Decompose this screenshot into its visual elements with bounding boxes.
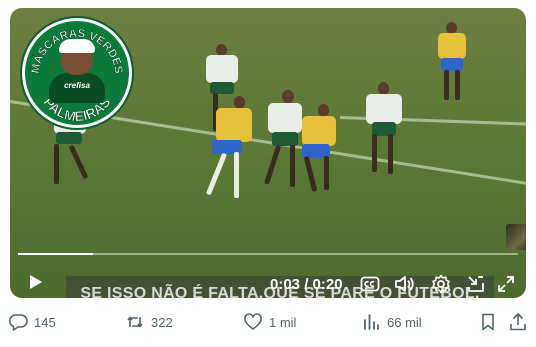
logo-cap: [59, 39, 95, 53]
captions-button[interactable]: [360, 274, 380, 294]
logo-sponsor-text: crefisa: [64, 81, 90, 90]
views-count: 66 mil: [387, 314, 422, 330]
channel-logo: MÁSCARAS VERDES PALMEIRAS crefisa: [22, 18, 132, 128]
tweet-action-bar: 145 322 1 mil 66 mil: [0, 306, 536, 338]
volume-button[interactable]: [394, 274, 416, 294]
captions-icon: [360, 276, 380, 292]
bookmark-button[interactable]: [478, 306, 498, 338]
fullscreen-button[interactable]: [496, 274, 516, 294]
like-count: 1 mil: [269, 314, 297, 330]
reply-count: 145: [34, 314, 56, 330]
reply-icon: [9, 314, 28, 331]
play-button[interactable]: [25, 272, 45, 292]
repost-icon: [127, 316, 143, 328]
share-icon: [510, 313, 526, 331]
pip-button[interactable]: [466, 274, 486, 294]
volume-icon: [395, 276, 414, 292]
preview-thumbnail: [506, 224, 526, 250]
progress-bar[interactable]: [18, 253, 518, 255]
progress-fill: [18, 253, 93, 255]
bookmark-icon: [482, 313, 494, 331]
gear-icon: [432, 274, 450, 294]
analytics-icon: [364, 314, 379, 330]
play-icon: [30, 275, 42, 289]
repost-count: 322: [151, 314, 173, 330]
reply-button[interactable]: 145: [8, 306, 56, 338]
like-button[interactable]: 1 mil: [243, 306, 296, 338]
views-button[interactable]: 66 mil: [361, 306, 422, 338]
fullscreen-icon: [498, 276, 514, 292]
picture-in-picture-icon: [468, 276, 484, 292]
heart-icon: [244, 313, 262, 330]
share-button[interactable]: [508, 306, 528, 338]
time-display: 0:03 / 0:20: [270, 276, 343, 293]
video-player[interactable]: MÁSCARAS VERDES PALMEIRAS crefisa SE ISS…: [10, 8, 526, 298]
settings-button[interactable]: [431, 274, 451, 294]
repost-button[interactable]: 322: [125, 306, 173, 338]
